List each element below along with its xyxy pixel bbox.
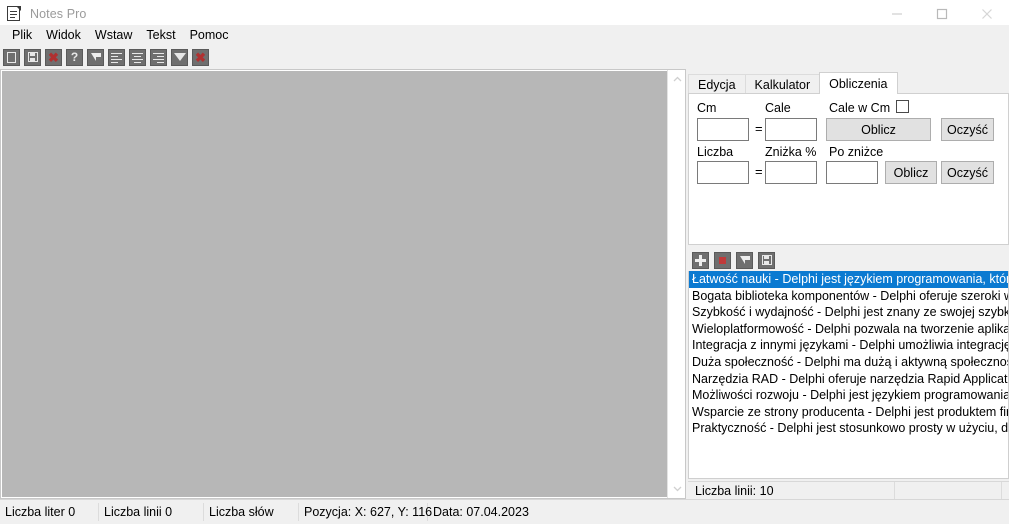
menu-item-plik[interactable]: Plik xyxy=(5,26,39,44)
label-cm: Cm xyxy=(697,101,717,115)
chevron-down-icon[interactable] xyxy=(668,480,686,498)
status-right-cell-2 xyxy=(895,482,1002,499)
equals-sign-1: = xyxy=(755,121,763,136)
maximize-icon[interactable] xyxy=(919,0,964,28)
tab-strip: Edycja Kalkulator Obliczenia xyxy=(688,72,1009,94)
menu-item-pomoc[interactable]: Pomoc xyxy=(183,26,236,44)
right-status-bar: Liczba linii: 10 xyxy=(688,481,1009,499)
close-icon[interactable] xyxy=(964,0,1009,28)
list-item[interactable]: Duża społeczność - Delphi ma dużą i akty… xyxy=(689,354,1008,371)
status-line-count: Liczba linii: 10 xyxy=(688,482,895,499)
right-panel: Edycja Kalkulator Obliczenia Cm Cale Cal… xyxy=(688,69,1009,499)
delete-red-square-icon[interactable] xyxy=(714,251,731,269)
label-cale: Cale xyxy=(765,101,791,115)
menu-item-widok[interactable]: Widok xyxy=(39,26,88,44)
filter-funnel-icon[interactable] xyxy=(171,48,188,66)
checkbox-cale-w-cm[interactable] xyxy=(896,100,909,113)
editor-vertical-scrollbar[interactable] xyxy=(667,70,685,498)
status-lines: Liczba linii 0 xyxy=(99,503,204,521)
input-cale[interactable] xyxy=(765,118,817,141)
list-item[interactable]: Bogata biblioteka komponentów - Delphi o… xyxy=(689,288,1008,305)
status-words: Liczba słów xyxy=(204,503,299,521)
save-disk-icon[interactable] xyxy=(24,48,41,66)
input-po-znizce[interactable] xyxy=(826,161,878,184)
add-plus-icon[interactable] xyxy=(692,251,709,269)
list-toolbar xyxy=(688,249,1009,271)
tab-edycja[interactable]: Edycja xyxy=(688,74,746,94)
chevron-up-icon[interactable] xyxy=(668,70,686,88)
tab-page-obliczenia: Cm Cale Cale w Cm = Oblicz Oczyść Liczba… xyxy=(688,93,1009,245)
list-item[interactable]: Wsparcie ze strony producenta - Delphi j… xyxy=(689,404,1008,421)
flag-pointer-icon[interactable] xyxy=(87,48,104,66)
list-item[interactable]: Możliwości rozwoju - Delphi jest językie… xyxy=(689,387,1008,404)
window-title: Notes Pro xyxy=(30,7,87,21)
title-bar: Notes Pro xyxy=(0,0,1009,28)
status-date: Data: 07.04.2023 xyxy=(433,505,529,519)
items-listbox[interactable]: Łatwość nauki - Delphi jest językiem pro… xyxy=(688,271,1009,479)
list-item[interactable]: Szybkość i wydajność - Delphi jest znany… xyxy=(689,304,1008,321)
list-item[interactable]: Wieloplatformowość - Delphi pozwala na t… xyxy=(689,321,1008,338)
text-editor-area[interactable] xyxy=(2,71,667,497)
equals-sign-2: = xyxy=(755,164,763,179)
menu-bar: Plik Widok Wstaw Tekst Pomoc xyxy=(0,25,1009,45)
close-red-x-icon[interactable]: ✖ xyxy=(192,48,209,66)
button-oczysc-znizka[interactable]: Oczyść xyxy=(941,161,994,184)
align-center-icon[interactable] xyxy=(129,48,146,66)
status-position: Pozycja: X: 627, Y: 116 xyxy=(299,503,432,521)
input-liczba[interactable] xyxy=(697,161,749,184)
list-item[interactable]: Integracja z innymi językami - Delphi um… xyxy=(689,337,1008,354)
notes-document-icon xyxy=(6,6,22,22)
main-toolbar: ✖ ? ✖ xyxy=(0,45,1009,69)
input-znizka[interactable] xyxy=(765,161,817,184)
save-disk-icon[interactable] xyxy=(758,251,775,269)
label-cale-w-cm: Cale w Cm xyxy=(829,101,891,115)
align-left-icon[interactable] xyxy=(108,48,125,66)
button-oblicz-cm[interactable]: Oblicz xyxy=(826,118,931,141)
label-liczba: Liczba xyxy=(697,145,734,159)
list-item[interactable]: Narzędzia RAD - Delphi oferuje narzędzia… xyxy=(689,371,1008,388)
minimize-icon[interactable] xyxy=(874,0,919,28)
button-oczysc-cm[interactable]: Oczyść xyxy=(941,118,994,141)
application-window: Notes Pro Plik Widok Wstaw Tekst Pomoc ✖… xyxy=(0,0,1009,524)
label-po-znizce: Po zniżce xyxy=(829,145,884,159)
menu-item-wstaw[interactable]: Wstaw xyxy=(88,26,140,44)
input-cm[interactable] xyxy=(697,118,749,141)
status-letters: Liczba liter 0 xyxy=(0,503,99,521)
tab-kalkulator[interactable]: Kalkulator xyxy=(744,74,821,94)
window-controls xyxy=(874,0,1009,28)
new-document-icon[interactable] xyxy=(3,48,20,66)
delete-red-x-icon[interactable]: ✖ xyxy=(45,48,62,66)
flag-pointer-icon[interactable] xyxy=(736,251,753,269)
list-item[interactable]: Praktyczność - Delphi jest stosunkowo pr… xyxy=(689,420,1008,437)
align-right-icon[interactable] xyxy=(150,48,167,66)
tab-obliczenia[interactable]: Obliczenia xyxy=(819,72,898,94)
help-question-icon[interactable]: ? xyxy=(66,48,83,66)
status-bar: Liczba liter 0 Liczba linii 0 Liczba słó… xyxy=(0,499,1009,524)
button-oblicz-znizka[interactable]: Oblicz xyxy=(885,161,937,184)
label-znizka: Zniżka % xyxy=(765,145,817,159)
text-editor-panel xyxy=(0,69,686,499)
list-item[interactable]: Łatwość nauki - Delphi jest językiem pro… xyxy=(689,271,1008,288)
menu-item-tekst[interactable]: Tekst xyxy=(139,26,182,44)
